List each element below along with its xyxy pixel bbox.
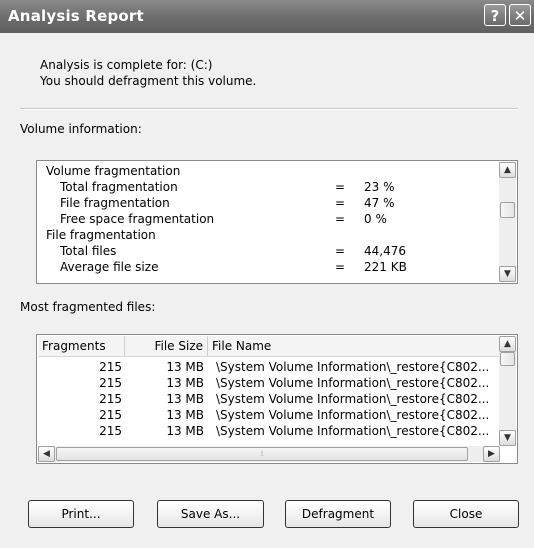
volume-info-row: File fragmentation = 47 % <box>37 196 497 211</box>
analysis-report-dialog: Analysis Report ? ✕ Analysis is complete… <box>0 0 534 548</box>
volume-info-label: File fragmentation <box>46 228 156 242</box>
file-name-cell: \System Volume Information\_restore{C802… <box>216 360 490 374</box>
volume-info-label: Total files <box>60 244 117 258</box>
file-name-cell: \System Volume Information\_restore{C802… <box>216 392 490 406</box>
volume-info-row: Average file size = 221 KB <box>37 260 497 275</box>
files-list-horizontal-scrollbar[interactable]: ◀ ⁞ ▶ <box>38 446 500 462</box>
equals-sign: = <box>335 244 346 258</box>
volume-info-value: 0 % <box>364 212 387 226</box>
scrollbar-thumb[interactable] <box>500 352 515 366</box>
volume-info-label: File fragmentation <box>60 196 170 210</box>
scroll-left-icon[interactable]: ◀ <box>38 446 55 462</box>
volume-info-value: 221 KB <box>364 260 407 274</box>
files-list-vertical-scrollbar[interactable]: ▲ ▼ <box>499 336 516 446</box>
volume-info-row: Total fragmentation = 23 % <box>37 180 497 195</box>
column-header-file-size[interactable]: File Size <box>125 336 208 356</box>
equals-sign: = <box>335 212 346 226</box>
volume-info-label: Volume fragmentation <box>46 164 181 178</box>
most-fragmented-files-label: Most fragmented files: <box>20 300 156 314</box>
summary-recommendation-text: You should defragment this volume. <box>40 74 257 88</box>
file-name-cell: \System Volume Information\_restore{C802… <box>216 376 490 390</box>
print-button[interactable]: Print... <box>28 500 134 528</box>
volume-info-label: Average file size <box>60 260 159 274</box>
volume-info-label: Total fragmentation <box>60 180 178 194</box>
close-window-button[interactable]: ✕ <box>509 4 531 26</box>
column-header-file-name[interactable]: File Name <box>208 336 500 356</box>
volume-info-value: 44,476 <box>364 244 406 258</box>
table-row[interactable]: 215 13 MB \System Volume Information\_re… <box>38 424 500 439</box>
fragments-cell: 215 <box>99 376 122 390</box>
file-size-cell: 13 MB <box>166 392 204 406</box>
volume-info-row: Volume fragmentation <box>37 164 497 179</box>
window-title: Analysis Report <box>8 7 144 25</box>
fragmented-files-list[interactable]: Fragments File Size File Name 215 13 MB … <box>36 334 518 464</box>
table-row[interactable]: 215 13 MB \System Volume Information\_re… <box>38 408 500 423</box>
separator <box>20 108 518 110</box>
fragments-cell: 215 <box>99 392 122 406</box>
table-row[interactable]: 215 13 MB \System Volume Information\_re… <box>38 360 500 375</box>
file-size-cell: 13 MB <box>166 376 204 390</box>
table-row[interactable]: 215 13 MB \System Volume Information\_re… <box>38 376 500 391</box>
volume-info-value: 23 % <box>364 180 395 194</box>
column-header-fragments[interactable]: Fragments <box>38 336 125 356</box>
title-bar[interactable]: Analysis Report ? ✕ <box>0 0 534 33</box>
volume-information-list[interactable]: Volume fragmentation Total fragmentation… <box>36 160 518 284</box>
scroll-down-icon[interactable]: ▼ <box>499 266 516 282</box>
volume-information-label: Volume information: <box>20 122 142 136</box>
file-size-cell: 13 MB <box>166 408 204 422</box>
file-name-cell: \System Volume Information\_restore{C802… <box>216 408 490 422</box>
equals-sign: = <box>335 180 346 194</box>
equals-sign: = <box>335 260 346 274</box>
table-row[interactable]: 215 13 MB \System Volume Information\_re… <box>38 392 500 407</box>
fragments-cell: 215 <box>99 424 122 438</box>
file-name-cell: \System Volume Information\_restore{C802… <box>216 424 490 438</box>
scroll-up-icon[interactable]: ▲ <box>499 162 516 178</box>
fragments-cell: 215 <box>99 360 122 374</box>
save-as-button[interactable]: Save As... <box>157 500 264 528</box>
scrollbar-thumb[interactable]: ⁞ <box>56 447 468 461</box>
volume-info-row: File fragmentation <box>37 228 497 243</box>
equals-sign: = <box>335 196 346 210</box>
file-size-cell: 13 MB <box>166 424 204 438</box>
scroll-right-icon[interactable]: ▶ <box>483 446 500 462</box>
scroll-down-icon[interactable]: ▼ <box>499 430 516 446</box>
scroll-up-icon[interactable]: ▲ <box>499 336 516 352</box>
help-button[interactable]: ? <box>484 4 506 26</box>
scrollbar-thumb[interactable] <box>500 202 515 218</box>
fragments-cell: 215 <box>99 408 122 422</box>
list-header: Fragments File Size File Name <box>38 336 500 357</box>
volume-list-scrollbar[interactable]: ▲ ▼ <box>499 162 516 282</box>
file-size-cell: 13 MB <box>166 360 204 374</box>
defragment-button[interactable]: Defragment <box>285 500 391 528</box>
summary-status-text: Analysis is complete for: (C:) <box>40 58 213 72</box>
analysis-summary: Analysis is complete for: (C:) You shoul… <box>40 57 256 89</box>
volume-info-label: Free space fragmentation <box>60 212 215 226</box>
volume-info-value: 47 % <box>364 196 395 210</box>
volume-info-row: Total files = 44,476 <box>37 244 497 259</box>
volume-info-row: Free space fragmentation = 0 % <box>37 212 497 227</box>
close-button[interactable]: Close <box>413 500 519 528</box>
